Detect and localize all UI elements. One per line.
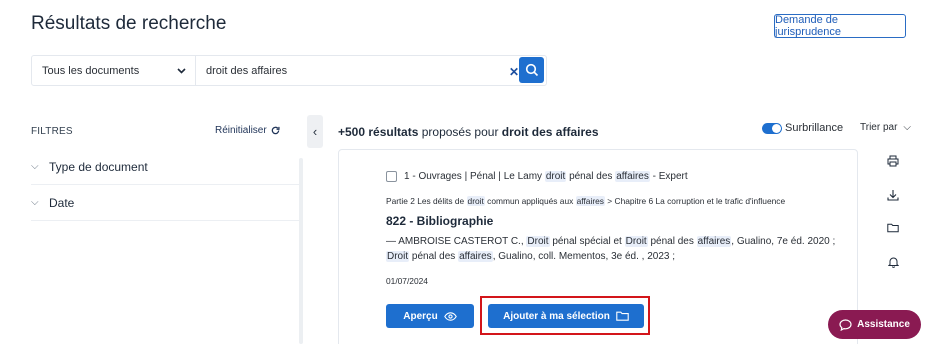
clear-search-icon[interactable]: ✕	[509, 65, 519, 79]
filters-scrollbar[interactable]	[299, 158, 303, 344]
annotation-highlight-frame	[480, 296, 650, 335]
result-excerpt-line: — AMBROISE CASTEROT C., Droit pénal spéc…	[386, 236, 836, 247]
page-title: Résultats de recherche	[31, 13, 227, 34]
results-count: +500 résultats proposés pour droit des a…	[338, 125, 599, 139]
reset-filters-label: Réinitialiser	[215, 125, 267, 136]
search-bar: Tous les documents droit des affaires ✕	[31, 55, 547, 86]
refresh-icon	[271, 126, 280, 135]
download-button[interactable]	[884, 186, 902, 204]
result-date: 01/07/2024	[386, 276, 428, 286]
result-source[interactable]: 1 - Ouvrages | Pénal | Le Lamy droit pén…	[404, 171, 688, 182]
result-excerpt-line: Droit pénal des affaires, Gualino, coll.…	[386, 251, 676, 262]
search-input[interactable]: droit des affaires ✕	[196, 56, 546, 85]
chevron-down-icon: ⌵	[903, 122, 912, 133]
search-button[interactable]	[519, 57, 544, 83]
sort-label: Trier par	[860, 122, 898, 133]
filter-group-type-document[interactable]: ⌵ Type de document	[31, 149, 301, 185]
print-icon	[887, 155, 899, 167]
eye-icon	[443, 311, 457, 321]
result-breadcrumb: Partie 2 Les délits de droit commun appl…	[386, 196, 786, 206]
filter-group-date[interactable]: ⌵ Date	[31, 185, 301, 221]
collapse-filters-button[interactable]: ‹	[307, 115, 323, 148]
filter-group-label: Date	[49, 195, 75, 210]
highlight-toggle[interactable]	[762, 123, 782, 134]
save-to-folder-button[interactable]	[884, 219, 902, 237]
download-icon	[887, 190, 899, 201]
chevron-down-icon	[177, 67, 186, 74]
alert-button[interactable]	[884, 253, 902, 271]
preview-button-label: Aperçu	[403, 310, 438, 322]
result-title[interactable]: 822 - Bibliographie	[386, 214, 493, 228]
document-scope-value: Tous les documents	[42, 64, 140, 77]
chat-bubble-icon	[839, 318, 852, 331]
chevron-down-icon: ⌵	[31, 197, 39, 208]
filters-heading: FILTRES	[31, 126, 73, 137]
assistance-button[interactable]: Assistance	[828, 310, 921, 339]
highlight-label: Surbrillance	[785, 122, 844, 134]
reset-filters-button[interactable]: Réinitialiser	[215, 125, 280, 136]
search-icon	[525, 63, 538, 77]
search-query: droit des affaires	[206, 64, 288, 77]
filter-group-label: Type de document	[49, 159, 148, 174]
jurisprudence-request-button[interactable]: Demande de jurisprudence	[774, 14, 906, 38]
bell-icon	[887, 257, 899, 268]
folder-icon	[887, 223, 899, 233]
preview-button[interactable]: Aperçu	[386, 304, 474, 328]
chevron-left-icon: ‹	[312, 124, 318, 139]
sort-dropdown[interactable]: Trier par ⌵	[860, 122, 911, 133]
assistance-label: Assistance	[857, 319, 910, 330]
print-button[interactable]	[884, 152, 902, 170]
document-scope-select[interactable]: Tous les documents	[32, 56, 196, 85]
select-result-checkbox[interactable]	[386, 171, 397, 182]
chevron-down-icon: ⌵	[31, 161, 39, 172]
